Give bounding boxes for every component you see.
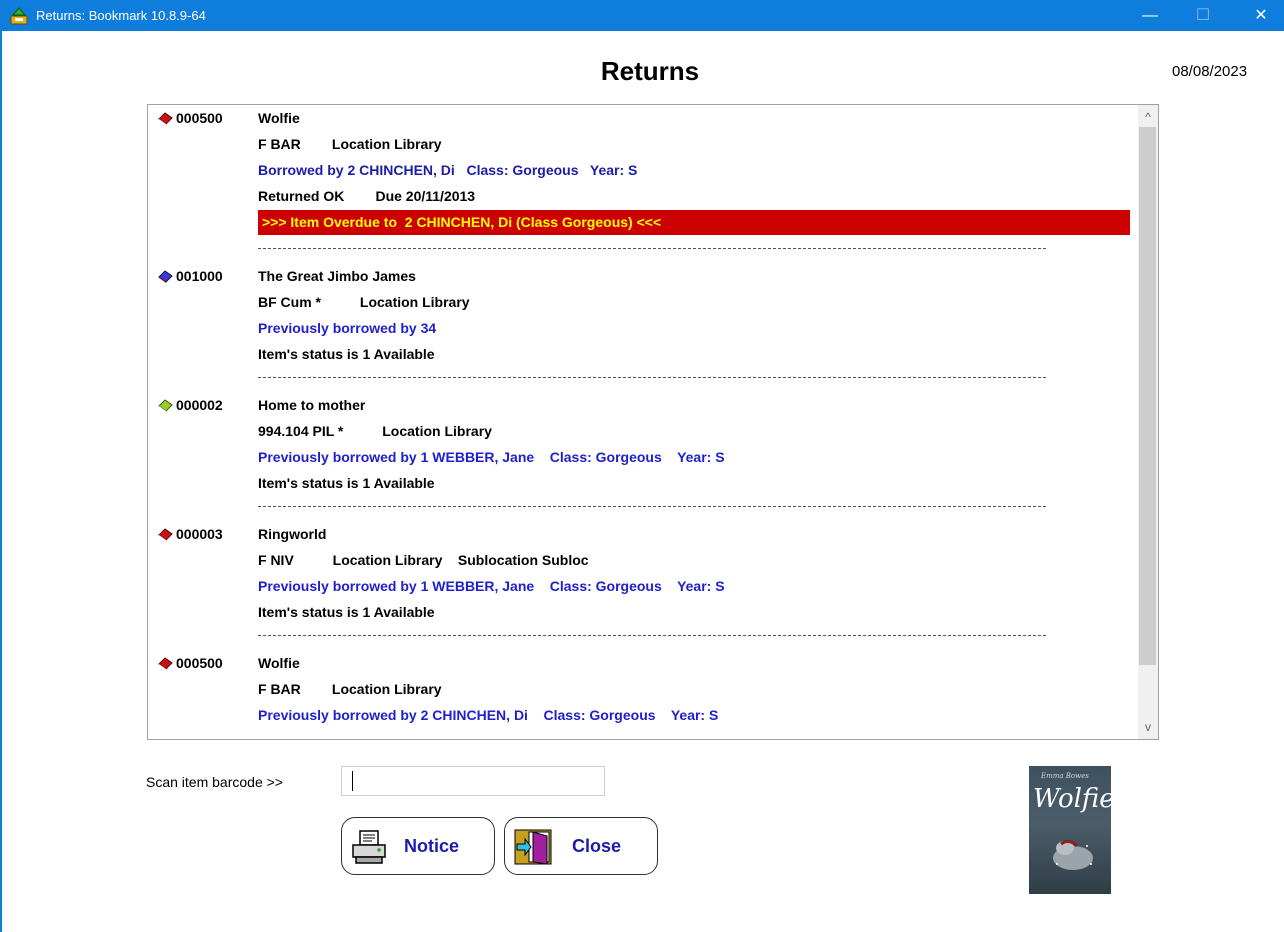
window-border — [0, 31, 2, 932]
window-title: Returns: Bookmark 10.8.9-64 — [36, 8, 206, 23]
item-barcode: 001000 — [176, 268, 223, 284]
close-button-label: Close — [572, 836, 622, 856]
item-title: The Great Jimbo James — [258, 268, 416, 284]
app-icon — [10, 7, 28, 25]
red-book-icon — [158, 528, 173, 541]
printer-icon — [352, 830, 386, 864]
returns-list[interactable]: 000500 Wolfie F BAR Location Library Bor… — [147, 104, 1159, 740]
entry-separator — [258, 248, 1046, 249]
wolf-illustration — [1053, 839, 1093, 870]
window-titlebar: Returns: Bookmark 10.8.9-64 — ☐ ✕ — [0, 0, 1284, 31]
item-borrow-info: Previously borrowed by 1 WEBBER, Jane Cl… — [258, 578, 725, 594]
scroll-down-icon[interactable]: v — [1138, 717, 1158, 737]
item-barcode: 000500 — [176, 655, 223, 671]
item-barcode: 000500 — [176, 110, 223, 126]
entry-separator — [258, 506, 1046, 507]
item-call-location: F NIV Location Library Sublocation Sublo… — [258, 552, 589, 568]
item-title: Wolfie — [258, 655, 300, 671]
item-borrow-info: Previously borrowed by 1 WEBBER, Jane Cl… — [258, 449, 725, 465]
scroll-up-icon[interactable]: ^ — [1138, 107, 1158, 127]
item-call-location: 994.104 PIL * Location Library — [258, 423, 492, 439]
text-caret — [352, 771, 353, 791]
close-button[interactable]: Close — [504, 817, 658, 875]
item-title: Home to mother — [258, 397, 366, 413]
scan-barcode-label: Scan item barcode >> — [146, 774, 283, 790]
item-borrow-info: Previously borrowed by 34 — [258, 320, 437, 336]
item-call-location: BF Cum * Location Library — [258, 294, 470, 310]
exit-door-icon — [514, 829, 552, 865]
blue-book-icon — [158, 270, 173, 283]
notice-button[interactable]: Notice — [341, 817, 495, 875]
maximize-button[interactable]: ☐ — [1180, 0, 1226, 31]
entry-separator — [258, 377, 1046, 378]
item-status: Item's status is 1 Available — [258, 604, 435, 620]
item-borrow-info: Borrowed by 2 CHINCHEN, Di Class: Gorgeo… — [258, 162, 638, 178]
item-title: Wolfie — [258, 110, 300, 126]
red-book-icon — [158, 112, 173, 125]
scroll-thumb[interactable] — [1139, 127, 1156, 665]
overdue-alert: >>> Item Overdue to 2 CHINCHEN, Di (Clas… — [258, 210, 1130, 235]
entry-separator — [258, 635, 1046, 636]
book-cover-image: Emma Bowes Wolfie — [1029, 766, 1111, 894]
item-call-location: F BAR Location Library — [258, 681, 442, 697]
cover-title: Wolfie — [1033, 784, 1111, 814]
page-title: Returns — [600, 56, 700, 86]
item-status: Returned OK Due 20/11/2013 — [258, 188, 476, 204]
current-date: 08/08/2023 — [1172, 63, 1248, 80]
scan-barcode-input[interactable] — [341, 766, 605, 796]
red-book-icon — [158, 657, 173, 670]
cover-author: Emma Bowes — [1041, 772, 1089, 780]
notice-button-label: Notice — [404, 836, 460, 856]
item-barcode: 000002 — [176, 397, 223, 413]
item-call-location: F BAR Location Library — [258, 136, 442, 152]
item-title: Ringworld — [258, 526, 327, 542]
item-status: Item's status is 1 Available — [258, 346, 435, 362]
window-close-button[interactable]: ✕ — [1238, 0, 1284, 31]
item-status: Item's status is 1 Available — [258, 475, 435, 491]
green-book-icon — [158, 399, 173, 412]
list-scrollbar[interactable]: ^ v — [1138, 105, 1158, 739]
item-borrow-info: Previously borrowed by 2 CHINCHEN, Di Cl… — [258, 707, 719, 723]
item-barcode: 000003 — [176, 526, 223, 542]
minimize-button[interactable]: — — [1127, 0, 1173, 31]
